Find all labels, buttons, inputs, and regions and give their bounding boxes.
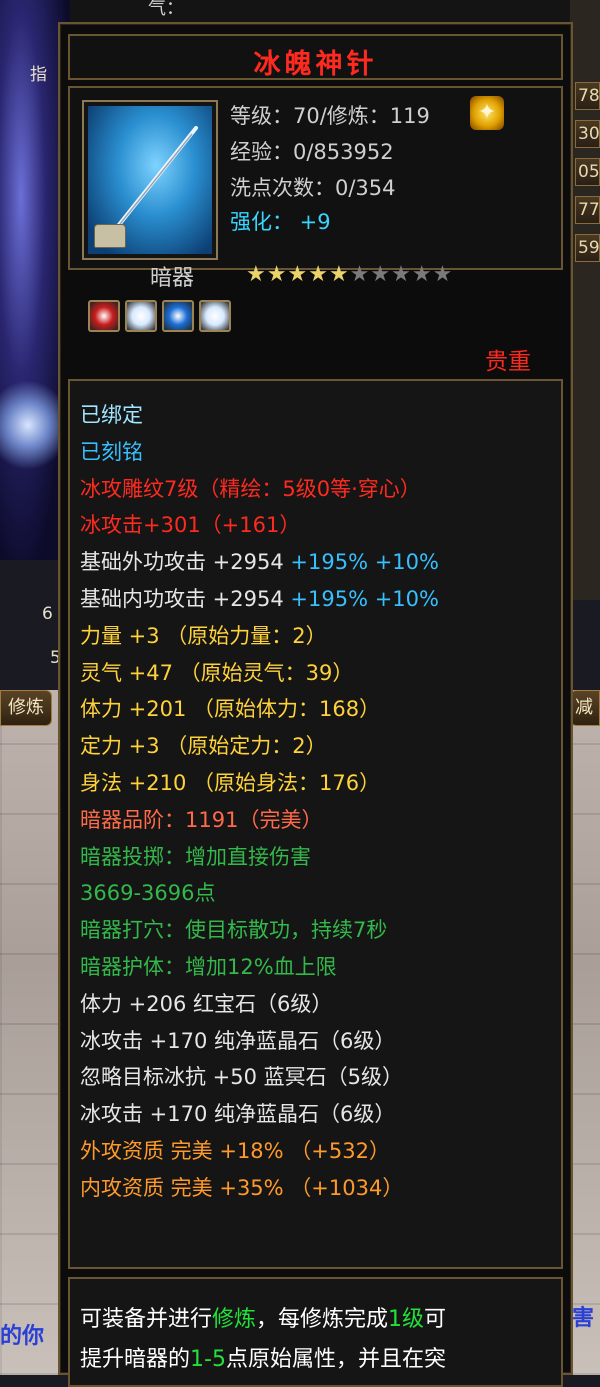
item-description: 可装备并进行修炼，每修炼完成1级可 提升暗器的1-5点原始属性，并且在突 <box>68 1277 563 1387</box>
attribute-line: 力量 +3 （原始力量：2） <box>80 623 327 648</box>
star-empty-icon: ★ <box>432 262 454 287</box>
item-exp: 经验：0/853952 <box>230 140 394 164</box>
left-panel-fragment: 指 <box>30 65 47 85</box>
left-panel-fragment: 6 <box>42 604 53 624</box>
attribute-line: 暗器打穴：使目标散功，持续7秒 <box>80 918 388 943</box>
star-filled-icon: ★ <box>266 262 288 287</box>
attribute-line: 暗器投掷：增加直接伤害 <box>80 844 311 869</box>
attribute-line: 冰攻击+301（+161） <box>80 513 301 538</box>
attribute-line: 定力 +3 （原始定力：2） <box>80 734 327 759</box>
attribute-line: 冰攻击 +170 纯净蓝晶石（6级） <box>80 1028 396 1053</box>
right-stat-strip: 77 <box>575 196 600 224</box>
gem-slot-icon[interactable] <box>162 300 194 332</box>
attribute-list: 已绑定已刻铭冰攻雕纹7级（精绘：5级0等·穿心） 冰攻击+301（+161） 基础外… <box>68 379 563 1269</box>
attribute-line: 已刻铭 <box>80 439 143 464</box>
description-line-1: 可装备并进行修炼，每修炼完成1级可 <box>80 1307 447 1332</box>
cultivation-seal-icon[interactable]: ✦ <box>470 96 504 130</box>
top-status-bar: 气： <box>0 0 600 22</box>
item-grade: 贵重 <box>485 349 531 375</box>
attribute-line: 3669-3696点 <box>80 881 216 906</box>
attribute-line: 暗器品阶：1191（完美） <box>80 807 323 832</box>
star-filled-icon: ★ <box>246 262 267 287</box>
attribute-line: 基础内功攻击 +2954 +195% +10% <box>80 587 439 611</box>
gem-slot-icon[interactable] <box>125 300 157 332</box>
bound-lock-icon <box>94 224 126 248</box>
star-empty-icon: ★ <box>411 262 433 287</box>
attribute-line: 内攻资质 完美 +35% （+1034） <box>80 1175 404 1200</box>
item-wash-count: 洗点次数：0/354 <box>230 176 396 200</box>
attribute-line: 基础外功攻击 +2954 +195% +10% <box>80 550 439 575</box>
right-stat-strip: 30 <box>575 120 600 148</box>
attribute-line: 暗器护体：增加12%血上限 <box>80 955 337 979</box>
item-header: 等级：70/修炼：119 ✦ 经验：0/853952 洗点次数：0/354 强化… <box>68 86 563 270</box>
attribute-line: 忽略目标冰抗 +50 蓝冥石（5级） <box>80 1065 404 1090</box>
item-type: 暗器 <box>150 266 195 291</box>
attribute-line: 体力 +201 （原始体力：168） <box>80 697 381 722</box>
gem-slots <box>88 300 236 332</box>
attribute-line: 冰攻雕纹7级（精绘：5级0等·穿心） <box>80 476 421 501</box>
item-enhance: 强化： +9 <box>230 210 331 234</box>
item-icon-frame <box>82 100 218 260</box>
attribute-line: 外攻资质 完美 +18% （+532） <box>80 1139 390 1163</box>
attribute-line: 已绑定 <box>80 403 143 427</box>
star-empty-icon: ★ <box>391 262 412 287</box>
needle-icon <box>88 106 212 254</box>
item-level: 等级：70/修炼：119 <box>230 104 430 128</box>
gem-slot-icon[interactable] <box>199 300 231 332</box>
bottom-right-text: 害 <box>572 1306 595 1331</box>
star-empty-icon: ★ <box>370 262 392 287</box>
attribute-line: 冰攻击 +170 纯净蓝晶石（6级） <box>80 1102 396 1127</box>
star-rating: ★★★★★★★★★★ <box>246 262 453 287</box>
description-line-2: 提升暗器的1-5点原始属性，并且在突 <box>80 1347 446 1372</box>
star-filled-icon: ★ <box>308 262 329 287</box>
right-stat-strip: 59 <box>575 234 600 262</box>
attribute-line: 体力 +206 红宝石（6级） <box>80 991 333 1016</box>
star-empty-icon: ★ <box>349 262 371 287</box>
right-stat-strip: 78 <box>575 82 600 110</box>
top-bar-qi-label: 气： <box>148 0 184 19</box>
attribute-line: 灵气 +47 （原始灵气：39） <box>80 660 354 685</box>
item-title-box: 冰魄神针 <box>68 34 563 80</box>
star-filled-icon: ★ <box>328 262 350 287</box>
item-tooltip: 冰魄神针 等级：70/修炼：119 ✦ 经验：0/853952 洗点次数：0/3… <box>58 22 573 1387</box>
right-tab[interactable]: 减 <box>570 690 600 726</box>
item-name: 冰魄神针 <box>253 49 378 80</box>
gem-slot-icon[interactable] <box>88 300 120 332</box>
attribute-line: 身法 +210 （原始身法：176） <box>80 771 381 795</box>
star-filled-icon: ★ <box>287 262 309 287</box>
right-stat-strip: 05 <box>575 158 600 186</box>
cultivate-tab[interactable]: 修炼 <box>0 690 52 726</box>
bottom-left-text: 的你 <box>0 1324 45 1349</box>
